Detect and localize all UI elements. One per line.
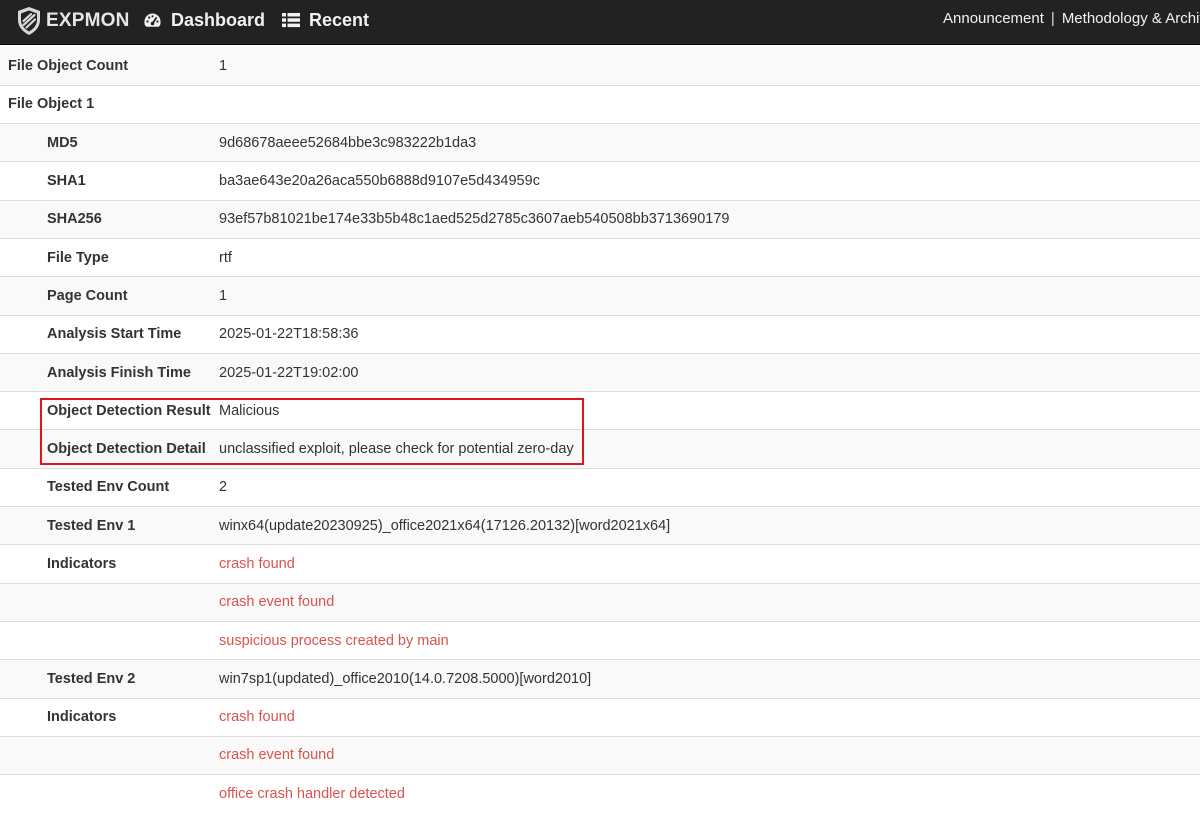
row-key: Tested Env Count bbox=[0, 467, 211, 507]
indicator-value: crash found bbox=[211, 697, 1200, 737]
md5-value: 9d68678aeee52684bbe3c983222b1da3 bbox=[211, 123, 1200, 162]
row-value: rtf bbox=[211, 237, 1200, 277]
row-value bbox=[211, 84, 1200, 124]
row-key: SHA256 bbox=[0, 199, 211, 239]
list-icon bbox=[282, 12, 300, 28]
row-key bbox=[0, 735, 211, 775]
table-row: SHA1 ba3ae643e20a26aca550b6888d9107e5d43… bbox=[0, 161, 1200, 201]
table-row: Tested Env Count 2 bbox=[0, 467, 1200, 507]
nav-announcement[interactable]: Announcement bbox=[943, 10, 1044, 27]
nav-recent-label: Recent bbox=[309, 9, 370, 30]
table-row: Object Detection Detail unclassified exp… bbox=[0, 429, 1200, 469]
row-key: Analysis Finish Time bbox=[0, 352, 211, 392]
row-key: Object Detection Result bbox=[0, 391, 211, 430]
row-value: win7sp1(updated)_office2010(14.0.7208.50… bbox=[211, 659, 1200, 699]
row-key: Object Detection Detail bbox=[0, 429, 211, 469]
row-value: 1 bbox=[211, 276, 1200, 316]
row-key: Indicators bbox=[0, 544, 211, 584]
table-row: Analysis Start Time 2025-01-22T18:58:36 bbox=[0, 314, 1200, 354]
right-nav-links: Announcement | Methodology & Architecture bbox=[943, 10, 1200, 27]
indicator-value: crash event found bbox=[211, 582, 1200, 622]
indicator-value: crash event found bbox=[211, 735, 1200, 775]
table-row: File Object 1 bbox=[0, 84, 1200, 124]
sha256-value: 93ef57b81021be174e33b5b48c1aed525d2785c3… bbox=[211, 199, 1200, 239]
speedometer-icon bbox=[143, 12, 162, 29]
nav-dashboard-label: Dashboard bbox=[171, 9, 266, 30]
table-row: File Object Count 1 bbox=[0, 47, 1200, 86]
row-key bbox=[0, 774, 211, 813]
row-key bbox=[0, 620, 211, 660]
table-row: Analysis Finish Time 2025-01-22T19:02:00 bbox=[0, 352, 1200, 392]
table-row: File Type rtf bbox=[0, 237, 1200, 277]
row-key: File Object 1 bbox=[0, 84, 211, 124]
nav-recent[interactable]: Recent bbox=[282, 8, 369, 32]
table-row: Page Count 1 bbox=[0, 276, 1200, 316]
detection-detail-value: unclassified exploit, please check for p… bbox=[211, 429, 1200, 469]
row-key: Indicators bbox=[0, 697, 211, 737]
row-key: Tested Env 2 bbox=[0, 659, 211, 699]
top-navbar: EXPMON Dashboard Recent Announcement | M… bbox=[0, 0, 1200, 45]
nav-dashboard[interactable]: Dashboard bbox=[143, 8, 265, 32]
row-value: 2025-01-22T18:58:36 bbox=[211, 314, 1200, 354]
brand-name: EXPMON bbox=[46, 10, 130, 31]
table-row: Indicators crash found bbox=[0, 697, 1200, 737]
row-key: MD5 bbox=[0, 123, 211, 162]
row-key: Analysis Start Time bbox=[0, 314, 211, 354]
table-row: Object Detection Result Malicious bbox=[0, 391, 1200, 430]
row-value: 2 bbox=[211, 467, 1200, 507]
row-key: File Type bbox=[0, 237, 211, 277]
table-row: SHA256 93ef57b81021be174e33b5b48c1aed525… bbox=[0, 199, 1200, 239]
table-row: crash event found bbox=[0, 582, 1200, 622]
indicator-value: crash found bbox=[211, 544, 1200, 584]
row-key: File Object Count bbox=[0, 47, 211, 86]
nav-methodology[interactable]: Methodology & Architecture bbox=[1062, 10, 1200, 27]
table-row: Indicators crash found bbox=[0, 544, 1200, 584]
shield-icon bbox=[18, 7, 40, 35]
row-key: Tested Env 1 bbox=[0, 506, 211, 545]
table-row: suspicious process created by main bbox=[0, 620, 1200, 660]
row-value: winx64(update20230925)_office2021x64(171… bbox=[211, 506, 1200, 545]
table-row: crash event found bbox=[0, 735, 1200, 775]
brand-link[interactable]: EXPMON bbox=[16, 6, 130, 36]
detection-result-value: Malicious bbox=[211, 391, 1200, 430]
table-row: Tested Env 1 winx64(update20230925)_offi… bbox=[0, 506, 1200, 545]
indicator-value: suspicious process created by main bbox=[211, 620, 1200, 660]
nav-separator: | bbox=[1050, 10, 1055, 27]
report-table-container: File Object Count 1 File Object 1 MD5 9d… bbox=[0, 47, 1200, 813]
row-key bbox=[0, 582, 211, 622]
sha1-value: ba3ae643e20a26aca550b6888d9107e5d434959c bbox=[211, 161, 1200, 201]
row-value: 2025-01-22T19:02:00 bbox=[211, 352, 1200, 392]
table-row: Tested Env 2 win7sp1(updated)_office2010… bbox=[0, 659, 1200, 699]
table-row: MD5 9d68678aeee52684bbe3c983222b1da3 bbox=[0, 123, 1200, 162]
row-key: Page Count bbox=[0, 276, 211, 316]
indicator-value: office crash handler detected bbox=[211, 774, 1200, 813]
report-table: File Object Count 1 File Object 1 MD5 9d… bbox=[0, 47, 1200, 813]
row-value: 1 bbox=[211, 47, 1200, 86]
row-key: SHA1 bbox=[0, 161, 211, 201]
table-row: office crash handler detected bbox=[0, 774, 1200, 813]
